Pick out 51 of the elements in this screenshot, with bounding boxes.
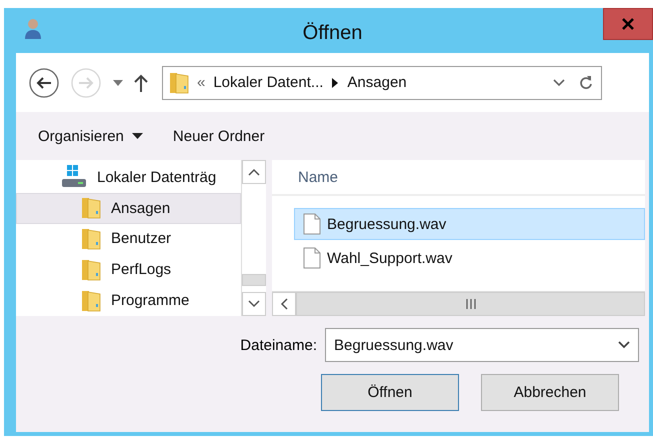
back-icon [28,66,60,98]
tree-item[interactable]: Programme [16,285,241,316]
separator-icon [331,78,340,88]
folder-icon [81,226,101,251]
file-row[interactable]: Begruessung.wav [294,208,645,240]
cancel-button[interactable]: Abbrechen [481,374,619,411]
user-icon [24,18,42,40]
folder-icon [81,196,101,220]
close-icon [622,18,634,30]
folder-icon [169,70,189,94]
refresh-icon[interactable] [579,74,593,90]
caret-icon [112,78,124,86]
folder-icon [81,288,101,313]
breadcrumb[interactable]: Lokaler Datent... [213,74,324,91]
column-header[interactable]: Name [298,168,338,186]
back-button[interactable] [28,66,60,98]
new-folder-button[interactable]: Neuer Ordner [172,128,265,144]
file-row[interactable]: Wahl_Support.wav [294,242,645,274]
file-name-field[interactable]: Begruessung.wav [325,328,639,362]
up-button[interactable] [134,72,148,92]
window-title: Öffnen [302,22,364,45]
recent-button[interactable] [112,78,124,86]
chevron-down-icon [618,341,630,349]
up-arrow-icon [134,72,148,92]
scrollbar-thumb[interactable] [296,292,645,316]
chevron-left-icon [280,298,288,310]
organize-menu[interactable]: Organisieren [38,128,143,144]
scroll-up-button[interactable] [242,160,266,184]
tree-item[interactable]: Lokaler Datenträg [16,162,241,193]
forward-icon [70,66,102,98]
scroll-left-button[interactable] [272,292,296,316]
breadcrumb[interactable]: Ansagen [347,74,407,91]
field-label: Dateiname: [240,336,317,354]
chevron-down-icon [248,300,260,308]
grip-icon [466,299,476,309]
scrollbar-thumb[interactable] [242,274,266,286]
overflow-chevron[interactable]: « [197,74,206,91]
file-icon [303,213,321,235]
drive-icon [61,165,87,190]
chevron-down-icon[interactable] [553,78,565,86]
chevron-up-icon [248,168,260,176]
close-button[interactable] [603,8,653,40]
scroll-down-button[interactable] [242,292,266,316]
file-icon [303,247,321,269]
open-button[interactable]: Öffnen [321,374,459,411]
caret-icon [132,132,143,140]
folder-icon [81,258,101,282]
tree-item[interactable]: Benutzer [16,224,241,254]
tree-item[interactable]: Ansagen [16,192,241,224]
address-bar[interactable]: « Lokaler Datent... Ansagen [162,66,602,100]
tree-item[interactable]: PerfLogs [16,254,241,286]
